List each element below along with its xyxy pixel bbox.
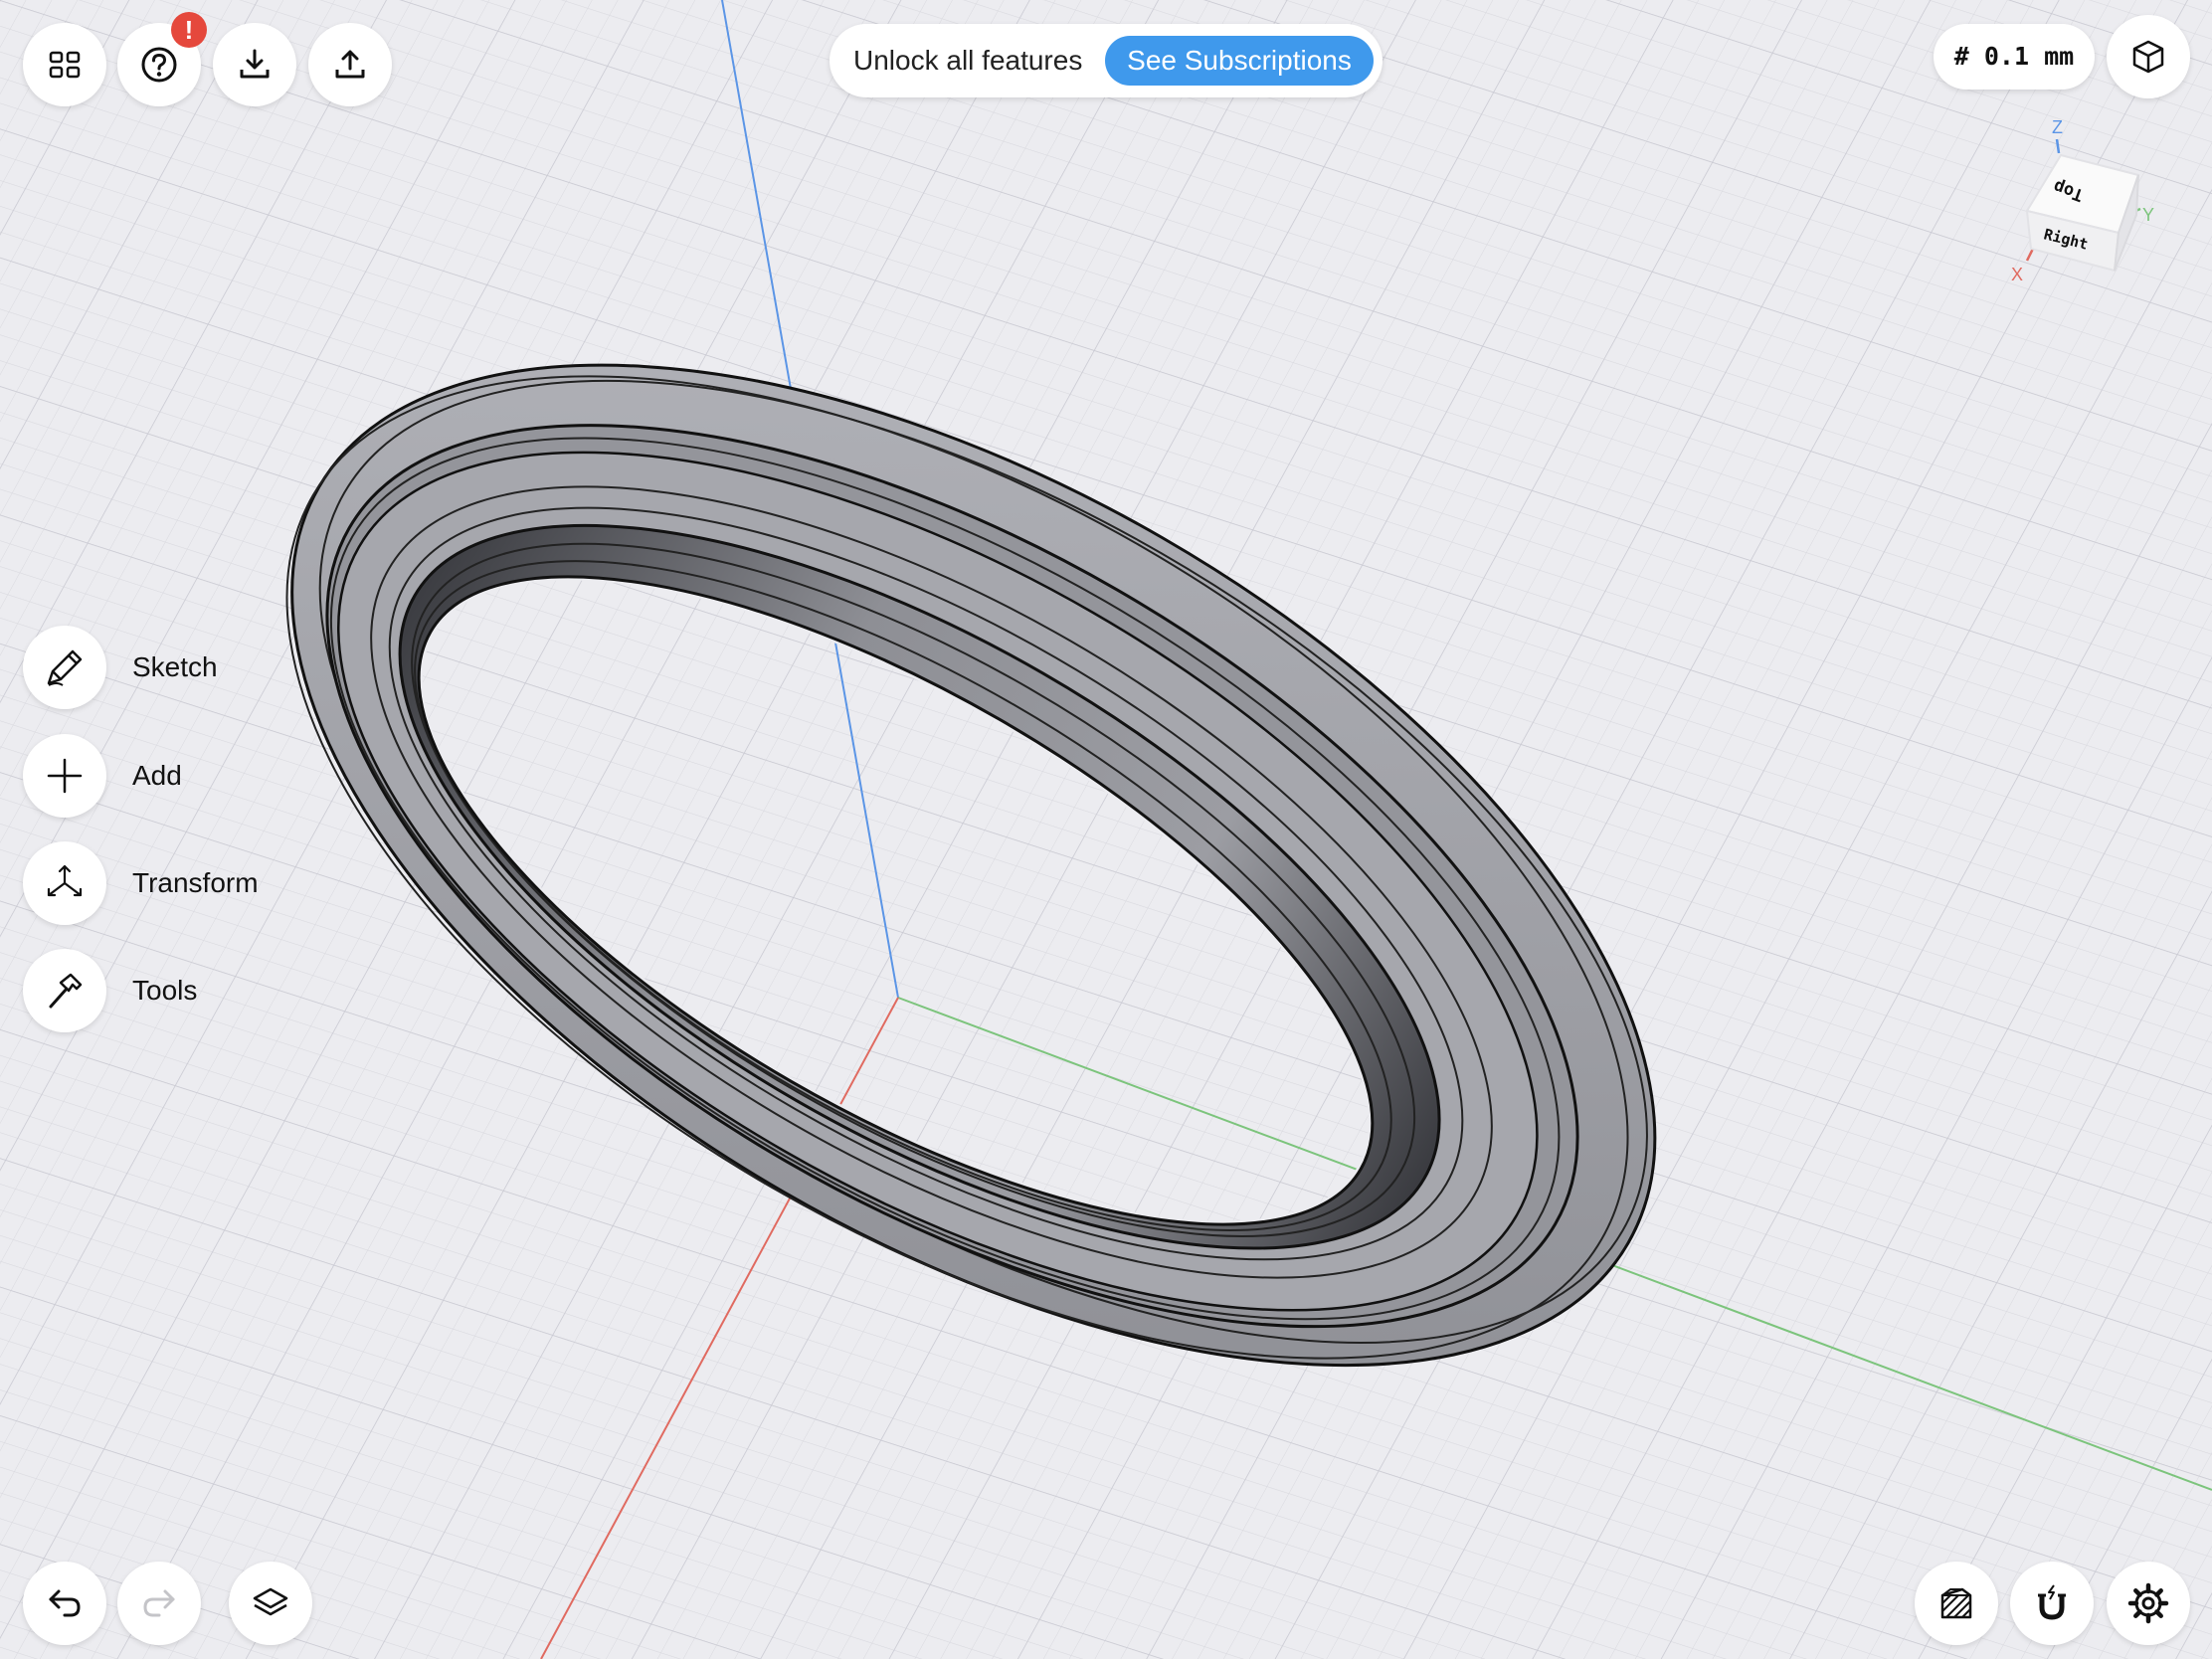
notification-badge: !: [171, 12, 207, 48]
settings-gear-icon: [2127, 1582, 2169, 1624]
subscription-banner: Unlock all features See Subscriptions: [830, 24, 1382, 97]
snap-button[interactable]: [2010, 1562, 2094, 1645]
view-cube-axis-y: Y: [2142, 205, 2154, 225]
grid-size-button[interactable]: # 0.1 mm: [1934, 24, 2095, 90]
sketch-tool-button[interactable]: [23, 626, 106, 709]
redo-icon: [143, 1589, 175, 1617]
transform-tool-label: Transform: [132, 867, 259, 898]
tools-button[interactable]: [23, 949, 106, 1032]
view-cube-axis-x: X: [2011, 265, 2023, 284]
undo-button[interactable]: [23, 1562, 106, 1645]
help-icon: [141, 47, 177, 83]
undo-icon: [49, 1589, 81, 1617]
see-subscriptions-button[interactable]: See Subscriptions: [1105, 36, 1374, 86]
sketch-tool-label: Sketch: [132, 651, 218, 682]
settings-button[interactable]: [2107, 1562, 2190, 1645]
tools-label: Tools: [132, 975, 198, 1006]
grid-menu-button[interactable]: [23, 23, 106, 106]
plus-icon: [47, 758, 83, 794]
export-icon: [335, 50, 365, 79]
transform-tool-button[interactable]: [23, 841, 106, 925]
add-tool-button[interactable]: [23, 734, 106, 818]
view-cube-axis-z: Z: [2052, 117, 2063, 137]
3d-viewport[interactable]: [0, 0, 2212, 1659]
redo-button[interactable]: [117, 1562, 201, 1645]
shading-mode-icon: [1940, 1587, 1972, 1619]
transform-arrows-icon: [47, 864, 83, 897]
add-tool-label: Add: [132, 760, 182, 791]
view-mode-cube-icon: [2132, 40, 2164, 74]
layers-button[interactable]: [229, 1562, 312, 1645]
hammer-icon: [49, 973, 83, 1009]
import-button[interactable]: [213, 23, 296, 106]
view-mode-button[interactable]: [2107, 15, 2190, 98]
view-cube[interactable]: Z Y X Top Right: [1999, 111, 2178, 290]
export-button[interactable]: [308, 23, 392, 106]
unlock-features-text: Unlock all features: [853, 45, 1083, 76]
pencil-icon: [47, 649, 83, 686]
layers-icon: [253, 1587, 288, 1616]
import-icon: [240, 49, 270, 79]
shading-mode-button[interactable]: [1915, 1562, 1998, 1645]
snap-magnet-icon: [2038, 1584, 2066, 1620]
grid-menu-icon: [49, 51, 81, 79]
